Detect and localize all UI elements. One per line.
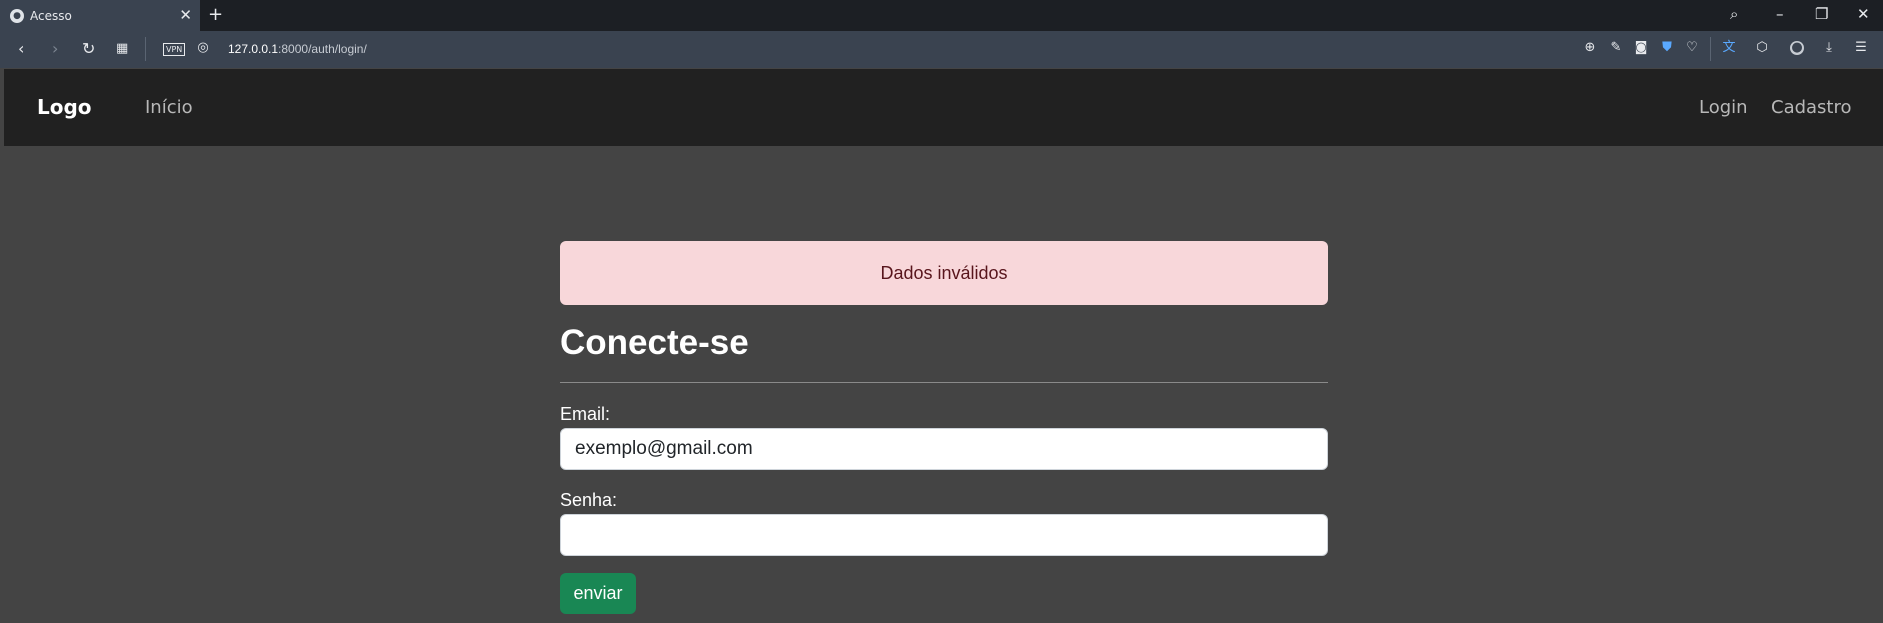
- password-field[interactable]: [560, 514, 1328, 556]
- toolbar-divider: [145, 37, 146, 61]
- minimize-icon[interactable]: –: [1776, 5, 1784, 23]
- site-navbar: Logo Início Login Cadastro: [4, 69, 1883, 146]
- page-title: Conecte-se: [560, 323, 749, 362]
- url-path: :8000/auth/login/: [278, 42, 367, 56]
- vpn-badge[interactable]: VPN: [163, 43, 186, 56]
- error-alert: Dados inválidos: [560, 241, 1328, 305]
- menu-icon[interactable]: ☰: [1854, 41, 1868, 55]
- globe-favicon-icon: ●: [10, 8, 24, 23]
- zoom-icon[interactable]: ⊕: [1583, 41, 1597, 55]
- password-label: Senha:: [560, 490, 618, 510]
- site-logo[interactable]: Logo: [37, 95, 92, 119]
- cube-icon[interactable]: ⬡: [1755, 41, 1769, 55]
- browser-toolbar: ‹ › ↻ ▦ VPN ◎ 127.0.0.1:8000/auth/login/…: [0, 31, 1883, 68]
- heart-icon[interactable]: ♡: [1685, 41, 1699, 55]
- submit-button[interactable]: enviar: [560, 573, 636, 614]
- edit-icon[interactable]: ✎: [1609, 41, 1623, 55]
- tabs-grid-icon[interactable]: ▦: [116, 41, 128, 56]
- restore-icon[interactable]: ❐: [1815, 5, 1828, 23]
- back-icon[interactable]: ‹: [18, 39, 24, 58]
- close-icon[interactable]: ✕: [1857, 5, 1870, 23]
- nav-link-login[interactable]: Login: [1699, 97, 1748, 118]
- shield-icon[interactable]: ⛊: [1660, 41, 1674, 55]
- search-icon[interactable]: ⌕: [1730, 5, 1738, 23]
- reload-icon[interactable]: ↻: [82, 39, 95, 58]
- divider: [560, 382, 1328, 383]
- email-field[interactable]: [560, 428, 1328, 470]
- close-tab-icon[interactable]: ✕: [179, 6, 192, 24]
- email-label: Email:: [560, 404, 611, 424]
- new-tab-button[interactable]: +: [208, 4, 223, 25]
- url-host: 127.0.0.1: [228, 42, 279, 56]
- globe-icon[interactable]: ◎: [196, 41, 210, 55]
- address-bar[interactable]: 127.0.0.1:8000/auth/login/: [228, 42, 367, 56]
- translate-icon[interactable]: 文: [1722, 41, 1736, 55]
- toolbar-divider: [1710, 37, 1711, 61]
- forward-icon[interactable]: ›: [52, 39, 58, 58]
- browser-tab[interactable]: ● Acesso ✕: [0, 0, 200, 31]
- tab-title: Acesso: [30, 8, 72, 23]
- profile-icon[interactable]: ●: [1790, 41, 1804, 55]
- nav-link-signup[interactable]: Cadastro: [1771, 97, 1852, 118]
- download-icon[interactable]: ⤓: [1822, 41, 1836, 55]
- camera-icon[interactable]: ◙: [1634, 41, 1648, 55]
- nav-link-home[interactable]: Início: [145, 97, 193, 118]
- browser-tab-strip: ● Acesso ✕ + ⌕ – ❐ ✕: [0, 0, 1883, 31]
